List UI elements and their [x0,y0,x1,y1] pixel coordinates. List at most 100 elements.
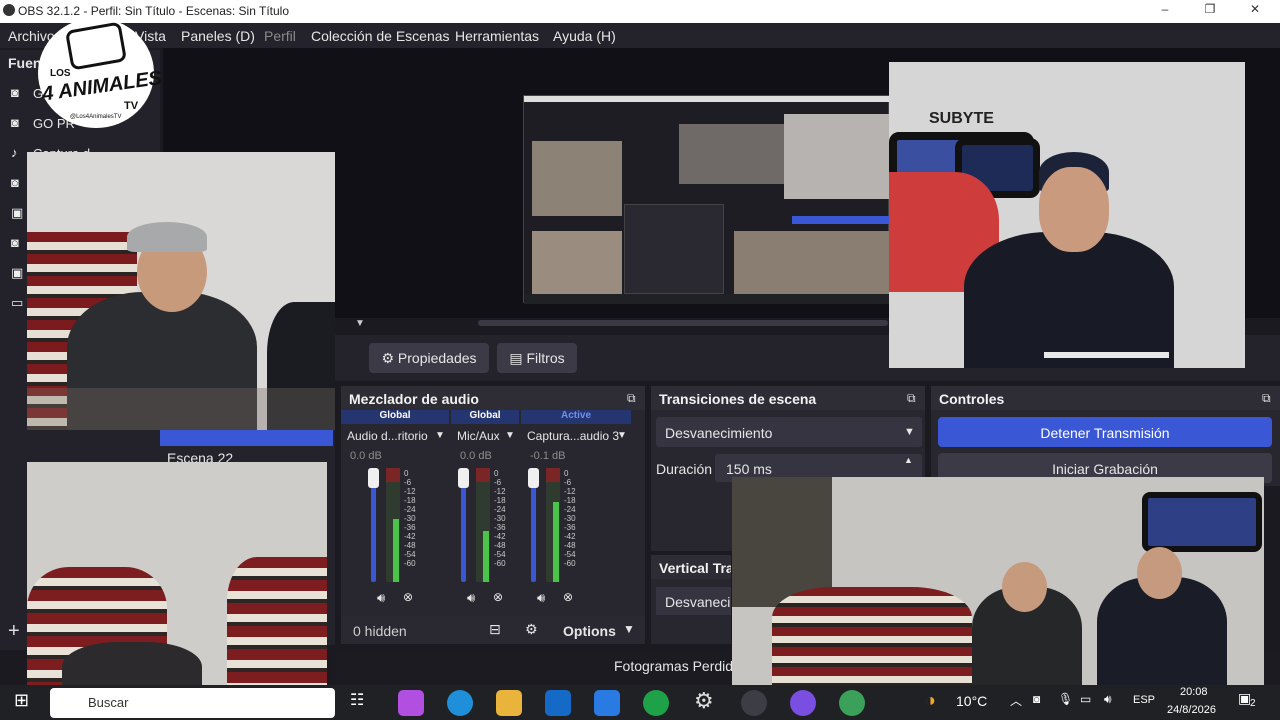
monitor-off-icon[interactable]: ⊗ [563,590,573,604]
menu-herramientas[interactable]: Herramientas [455,28,539,44]
logo-handle: @Los4AnimalesTV [70,114,122,120]
microphone-tray-icon[interactable]: 🎙︎ [1058,692,1073,706]
speaker-icon[interactable]: 🔊︎ [537,590,545,606]
meter-tick-label: -60 [404,559,416,568]
channel-db: 0.0 dB [350,450,382,462]
scene-item-selected[interactable] [160,430,333,446]
meter-tick-label: -18 [404,496,416,505]
meter-tick-label: -12 [564,487,576,496]
camera-tray-icon[interactable]: ◙ [1033,692,1040,706]
meter-tick-label: -60 [494,559,506,568]
duration-value: 150 ms [726,461,772,477]
meter-tick-label: -42 [404,532,416,541]
channel-db: -0.1 dB [530,450,566,462]
clock-date[interactable]: 24/8/2026 [1167,704,1216,716]
outlook-icon[interactable] [545,690,571,716]
meter-tick-label: -54 [564,550,576,559]
mixer-title: Mezclador de audio [341,386,645,410]
undock-icon[interactable]: ⧉ [907,391,916,406]
volume-icon[interactable]: 🔊︎ [1104,692,1112,707]
weather-icon[interactable]: ◑ [925,690,936,711]
minimize-icon[interactable]: – [1150,2,1180,20]
add-source-icon[interactable]: + [8,620,20,643]
chevron-down-icon[interactable]: ▼ [435,430,445,441]
language-indicator[interactable]: ESP [1133,694,1155,706]
mixer-channel: Global Audio d...ritorio ▼ 0.0 dB 0 -6 -12 -18-… [341,410,449,615]
speaker-icon[interactable]: 🔊︎ [377,590,385,606]
meter-tick-label: -48 [494,541,506,550]
channel-logo: LOS 4 ANIMALES TV @Los4AnimalesTV [38,18,163,128]
meter-tick-label: -54 [404,550,416,559]
options-button[interactable]: Options [563,623,616,639]
hidden-count: 0 hidden [353,623,407,639]
menu-perfil[interactable]: Perfil [264,28,296,44]
transitions-title: Transiciones de escena [651,386,925,410]
image-icon: ▣ [11,205,24,220]
preview-scroll-down-icon[interactable]: ▼ [355,318,365,329]
layout-icon[interactable]: ⊟ [489,621,501,638]
speaker-icon[interactable]: 🔊︎ [467,590,475,606]
meter-tick-label: -24 [404,505,416,514]
level-meter [546,468,560,582]
chevron-down-icon[interactable]: ▼ [505,430,515,441]
meter-tick-label: -6 [494,478,502,487]
undock-icon[interactable]: ⧉ [1262,391,1271,406]
file-explorer-icon[interactable] [496,690,522,716]
options-chevron-icon[interactable]: ▼ [623,622,635,636]
chevron-up-icon[interactable]: ▲ [904,455,913,465]
obs-logo-icon [3,4,15,16]
fader-handle[interactable] [528,468,539,488]
settings-gear-icon[interactable]: ⚙ [694,688,714,714]
monitor-off-icon[interactable]: ⊗ [493,590,503,604]
mixer-channels: Global Audio d...ritorio ▼ 0.0 dB 0 -6 -12 -18-… [341,410,631,615]
wall-sign: SUBYTE [929,110,994,127]
meter-tick-label: -24 [564,505,576,514]
menu-paneles[interactable]: Paneles (D) [181,28,255,44]
restore-icon[interactable]: ❐ [1195,2,1225,20]
chevron-down-icon[interactable]: ▼ [617,430,627,441]
weather-temp[interactable]: 10°C [956,693,987,709]
level-meter [386,468,400,582]
obs-taskbar-icon[interactable] [741,690,767,716]
meter-tick-label: 0 [404,469,409,478]
copilot-icon[interactable] [398,690,424,716]
undock-icon[interactable]: ⧉ [627,391,636,406]
vertical-transition-select[interactable]: Desvanecir [656,587,731,615]
clock-time[interactable]: 20:08 [1180,686,1208,698]
meter-tick-label: -6 [404,478,412,487]
properties-button[interactable]: ⚙ Propiedades [369,343,489,373]
hands-logo-icon [64,21,128,71]
task-view-icon[interactable]: ☷ [350,690,364,710]
stop-streaming-button[interactable]: Detener Transmisión [938,417,1272,447]
camera-icon: ◙ [11,235,19,250]
menu-coleccion[interactable]: Colección de Escenas [311,28,450,44]
transition-select[interactable]: Desvanecimiento ▼ [656,417,922,447]
fader-handle[interactable] [458,468,469,488]
edge-icon[interactable] [447,690,473,716]
utorrent-icon[interactable] [643,690,669,716]
menu-ayuda[interactable]: Ayuda (H) [553,28,616,44]
notification-count: 2 [1250,698,1256,709]
channel-tag: Global [451,410,519,424]
network-icon[interactable]: ▭ [1080,692,1091,706]
taskbar-search[interactable]: Buscar [50,688,335,718]
tray-chevron-icon[interactable]: ︿ [1010,692,1022,709]
filters-button[interactable]: ▤ Filtros [497,343,577,373]
chrome-icon[interactable] [839,690,865,716]
fader-handle[interactable] [368,468,379,488]
meter-tick-label: -36 [494,523,506,532]
close-icon[interactable]: ✕ [1240,2,1270,20]
meter-tick-label: 0 [494,469,499,478]
channel-tag: Active [521,410,631,424]
channel-name[interactable]: Captura...audio 3 [527,429,619,443]
meter-tick-label: -36 [564,523,576,532]
channel-name[interactable]: Audio d...ritorio [347,429,428,443]
store-icon[interactable] [594,690,620,716]
preview-scrollbar[interactable] [478,320,888,326]
mixer-settings-icon[interactable]: ⚙ [525,621,538,638]
channel-name[interactable]: Mic/Aux [457,429,500,443]
windows-start-icon[interactable]: ⊞ [14,690,29,711]
webcam-overlay-top-right: SUBYTE [889,62,1245,368]
chat-app-icon[interactable] [790,690,816,716]
monitor-off-icon[interactable]: ⊗ [403,590,413,604]
